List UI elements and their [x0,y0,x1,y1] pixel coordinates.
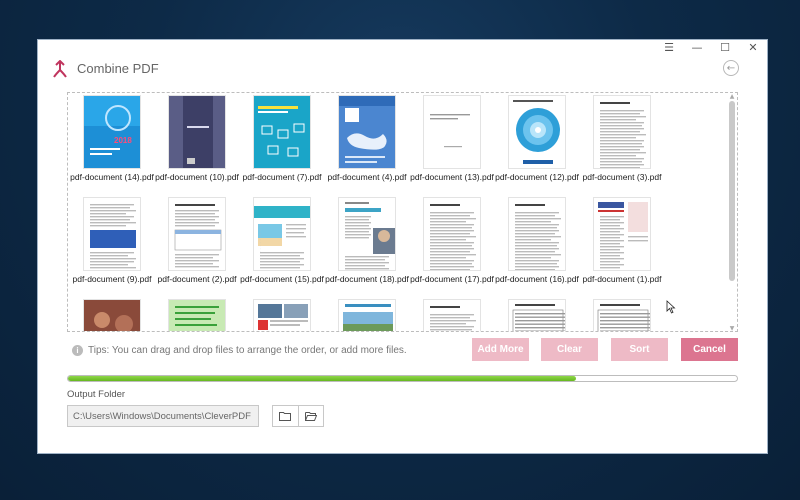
menu-icon[interactable]: ☰ [655,40,683,54]
scroll-thumb[interactable] [729,101,735,281]
progress-fill [68,376,577,381]
file-name: pdf-document (14).pdf [70,172,154,182]
file-name: pdf-document (1).pdf [582,274,662,284]
pdf-thumbnail[interactable] [593,299,651,331]
pdf-thumbnail[interactable] [508,197,566,271]
pdf-thumbnail[interactable]: 2018 [83,95,141,169]
file-tile[interactable]: pdf-document (7).pdf [238,93,323,195]
folder-buttons [272,405,324,427]
file-name: pdf-document (10).pdf [155,172,239,182]
file-tile[interactable] [323,297,408,331]
maximize-icon[interactable]: ☐ [711,40,739,54]
svg-text:2018: 2018 [114,136,132,145]
file-name: pdf-document (15).pdf [240,274,324,284]
file-tile[interactable]: pdf-document (4).pdf [323,93,408,195]
file-tile[interactable] [493,297,578,331]
pdf-thumbnail[interactable] [593,95,651,169]
file-name: pdf-document (2).pdf [157,274,237,284]
minimize-icon[interactable]: — [683,40,711,54]
pdf-thumbnail[interactable] [253,299,311,331]
file-tile[interactable]: pdf-document (1).pdf [578,195,663,297]
window-title: Combine PDF [77,61,159,76]
file-name: pdf-document (3).pdf [582,172,662,182]
pdf-thumbnail[interactable] [253,95,311,169]
file-tile[interactable]: pdf-document (2).pdf [153,195,238,297]
add-more-button[interactable]: Add More [472,338,529,361]
pdf-thumbnail[interactable] [253,197,311,271]
file-drop-area[interactable]: 2018 pdf-document (14).pdf pdf-document … [67,92,738,332]
file-name: pdf-document (12).pdf [495,172,579,182]
scroll-down-icon[interactable]: ▼ [728,325,736,331]
pdf-thumbnail[interactable] [83,197,141,271]
file-tile[interactable]: pdf-document (13).pdf [408,93,494,195]
pdf-thumbnail[interactable] [508,95,566,169]
pdf-thumbnail[interactable] [423,95,481,169]
file-name: pdf-document (7).pdf [242,172,322,182]
file-name: pdf-document (16).pdf [495,274,579,284]
pdf-thumbnail[interactable] [338,299,396,331]
vertical-scrollbar[interactable]: ▲ ▼ [728,93,736,331]
pdf-thumbnail[interactable] [338,197,396,271]
file-tile[interactable] [408,297,493,331]
browse-folder-icon[interactable] [273,406,298,426]
pdf-thumbnail[interactable] [83,299,141,331]
open-folder-icon[interactable] [297,406,323,426]
progress-bar [67,375,738,382]
file-name: pdf-document (18).pdf [325,274,409,284]
tips-label: Tips: You can drag and drop files to arr… [88,345,407,356]
file-name: pdf-document (4).pdf [327,172,407,182]
pdf-thumbnail[interactable] [423,197,481,271]
file-name: pdf-document (13).pdf [410,172,494,182]
pdf-thumbnail[interactable] [168,299,226,331]
file-tile[interactable]: pdf-document (16).pdf [493,195,579,297]
combine-pdf-logo-icon [53,60,67,78]
window-controls: ☰ — ☐ ✕ [655,40,767,54]
pdf-thumbnail[interactable] [508,299,566,331]
pdf-thumbnail[interactable] [423,299,481,331]
close-icon[interactable]: ✕ [739,40,767,54]
file-tile[interactable]: pdf-document (10).pdf [153,93,239,195]
file-name: pdf-document (9).pdf [72,274,152,284]
file-tile[interactable]: pdf-document (15).pdf [238,195,324,297]
mouse-cursor-icon [666,300,676,314]
output-folder-label: Output Folder [67,389,126,400]
tips-text: i Tips: You can drag and drop files to a… [72,345,407,356]
back-arrow-icon[interactable]: ← [723,60,739,76]
clear-button[interactable]: Clear [541,338,598,361]
scroll-up-icon[interactable]: ▲ [728,93,736,100]
file-tile[interactable] [578,297,663,331]
pdf-thumbnail[interactable] [593,197,651,271]
file-tile[interactable] [68,297,153,331]
pdf-thumbnail[interactable] [338,95,396,169]
file-tile[interactable]: pdf-document (18).pdf [323,195,409,297]
file-tile[interactable]: pdf-document (12).pdf [493,93,579,195]
file-tile[interactable] [238,297,323,331]
sort-button[interactable]: Sort [611,338,668,361]
file-grid: 2018 pdf-document (14).pdf pdf-document … [68,93,728,331]
info-icon: i [72,345,83,356]
file-name: pdf-document (17).pdf [410,274,494,284]
file-tile[interactable]: pdf-document (17).pdf [408,195,494,297]
cancel-button[interactable]: Cancel [681,338,738,361]
pdf-thumbnail[interactable] [168,95,226,169]
file-tile[interactable]: pdf-document (3).pdf [578,93,663,195]
combine-pdf-window: ☰ — ☐ ✕ Combine PDF ← 2018 pdf-document … [38,40,767,453]
file-tile[interactable]: pdf-document (9).pdf [68,195,153,297]
file-tile[interactable]: 2018 pdf-document (14).pdf [68,93,154,195]
file-tile[interactable] [153,297,238,331]
pdf-thumbnail[interactable] [168,197,226,271]
output-folder-path[interactable]: C:\Users\Windows\Documents\CleverPDF [67,405,259,427]
